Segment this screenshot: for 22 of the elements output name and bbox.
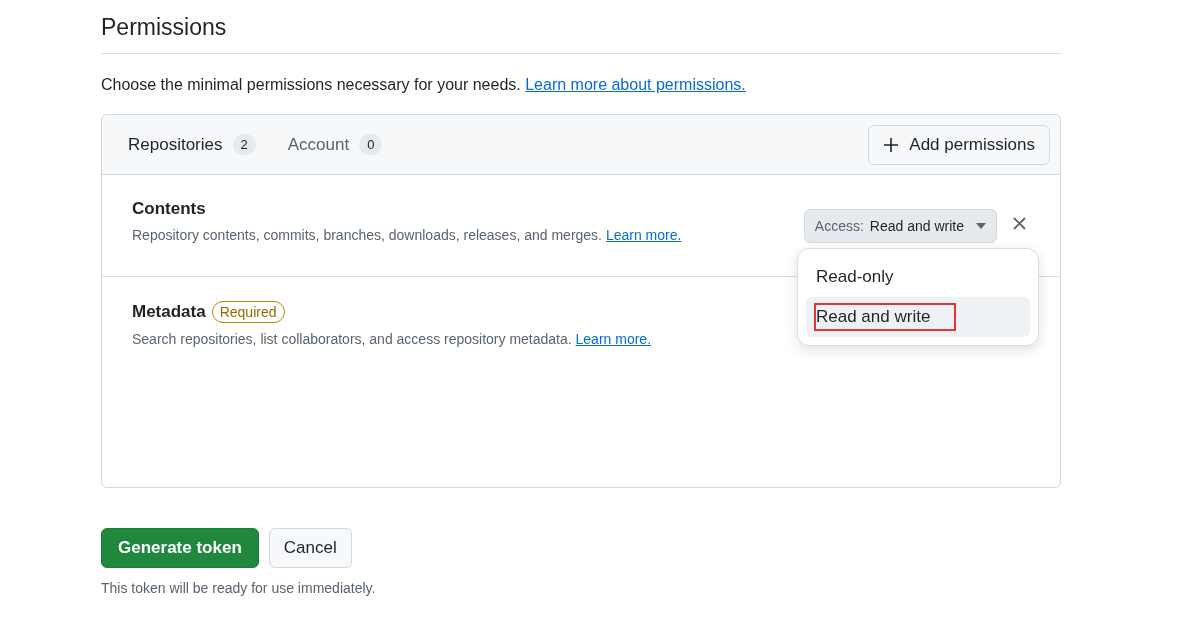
plus-icon	[883, 136, 900, 153]
learn-more-link[interactable]: Learn more.	[605, 227, 682, 243]
tab[interactable]: Repositories 2	[128, 134, 256, 155]
tab-counter: 2	[232, 134, 256, 155]
menu-item[interactable]: Read and write	[806, 297, 1030, 337]
permission-name: Contents	[132, 199, 206, 219]
menu-item[interactable]: Read-only	[806, 257, 1030, 297]
cancel-button[interactable]: Cancel	[268, 528, 352, 568]
token-note: This token will be ready for use immediately.	[101, 580, 377, 596]
learn-more-link[interactable]: Learn more.	[575, 331, 652, 347]
permission-name: Metadata	[132, 302, 206, 322]
tab-counter: 0	[359, 134, 383, 155]
generate-token-button[interactable]: Generate token	[101, 528, 259, 568]
access-dropdown[interactable]: Access: Read and write	[803, 209, 997, 243]
intro-text: Choose the minimal permissions necessary for your needs. Learn more about permissions.	[101, 76, 747, 94]
permission-description: Repository contents, commits, branches, downloads, releases, and merges. Learn more.	[132, 227, 683, 243]
caret-icon	[976, 223, 986, 229]
permissions-link[interactable]: Learn more about permissions.	[525, 76, 746, 93]
close-icon	[1013, 217, 1026, 230]
tab[interactable]: Account 0	[287, 134, 383, 155]
section-heading: Permissions	[101, 14, 1061, 54]
add-permissions-button[interactable]: Add permissions	[868, 124, 1050, 165]
